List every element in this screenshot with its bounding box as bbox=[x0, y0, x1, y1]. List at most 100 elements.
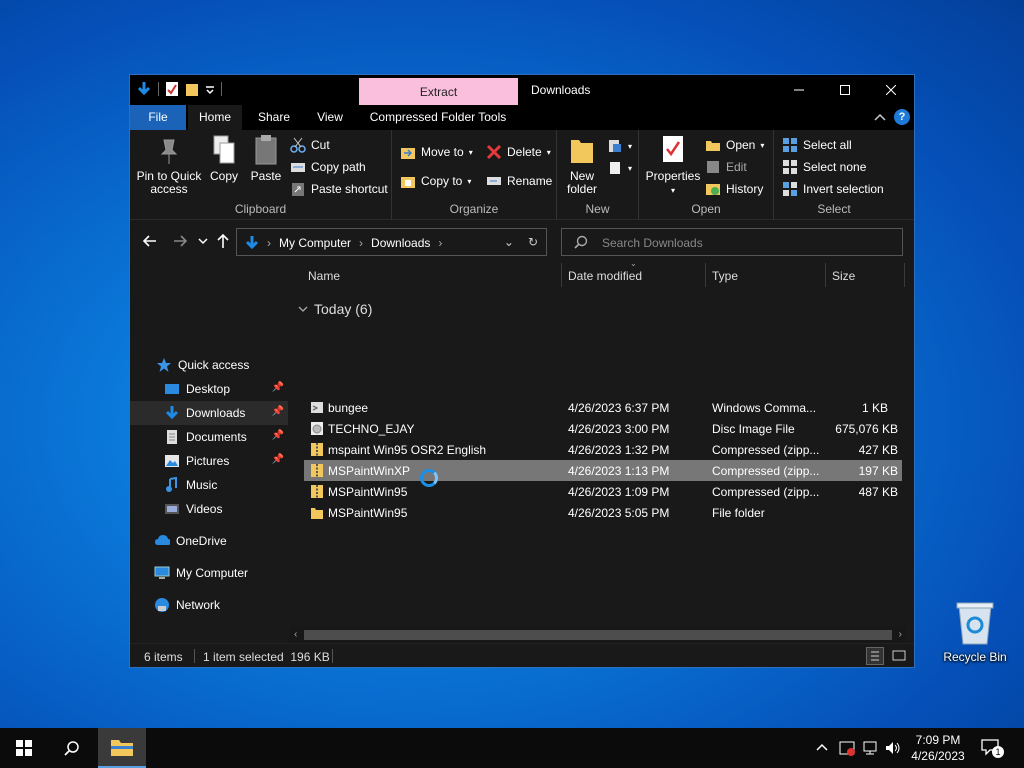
ribbon-tabs: File Home Share View Compressed Folder T… bbox=[130, 105, 914, 130]
security-alert-icon[interactable] bbox=[838, 739, 856, 757]
search-button[interactable] bbox=[48, 728, 96, 768]
scrollbar-thumb[interactable] bbox=[304, 630, 892, 640]
maximize-button[interactable] bbox=[822, 75, 868, 105]
new-folder-icon[interactable] bbox=[185, 81, 199, 97]
search-placeholder: Search Downloads bbox=[602, 236, 703, 250]
tab-compressed-folder-tools[interactable]: Compressed Folder Tools bbox=[364, 105, 512, 130]
nav-item-videos[interactable]: Videos bbox=[130, 497, 288, 521]
properties-button[interactable]: Properties ▾ bbox=[645, 134, 701, 197]
rename-button[interactable]: Rename bbox=[486, 173, 552, 189]
zip-folder-icon bbox=[311, 485, 323, 498]
nav-item-pictures[interactable]: Pictures 📌 bbox=[130, 449, 288, 473]
large-icons-view-button[interactable] bbox=[890, 647, 908, 665]
show-hidden-icons-icon[interactable] bbox=[816, 742, 828, 752]
table-row[interactable]: bungee 4/26/2023 6:37 PM Windows Comma..… bbox=[304, 397, 902, 418]
table-row[interactable]: MSPaintWin95 4/26/2023 1:09 PM Compresse… bbox=[304, 481, 902, 502]
file-date: 4/26/2023 3:00 PM bbox=[568, 422, 670, 436]
nav-item-desktop[interactable]: Desktop 📌 bbox=[130, 377, 288, 401]
pin-to-quick-access-button[interactable]: Pin to Quick access bbox=[136, 134, 202, 196]
tab-view[interactable]: View bbox=[306, 105, 354, 130]
forward-arrow-icon[interactable] bbox=[172, 233, 188, 249]
new-item-button[interactable]: ▾ bbox=[607, 138, 632, 154]
table-row[interactable]: TECHNO_EJAY 4/26/2023 3:00 PM Disc Image… bbox=[304, 418, 902, 439]
music-icon bbox=[166, 477, 177, 492]
breadcrumb-downloads[interactable]: Downloads bbox=[371, 236, 430, 250]
nav-item-downloads[interactable]: Downloads 📌 bbox=[130, 401, 288, 425]
copy-path-button[interactable]: Copy path bbox=[290, 159, 366, 175]
search-box[interactable]: Search Downloads bbox=[561, 228, 903, 256]
pin-icon[interactable]: 📌 bbox=[272, 406, 284, 417]
help-icon[interactable]: ? bbox=[894, 109, 910, 125]
customize-qat-icon[interactable] bbox=[205, 81, 215, 97]
address-dropdown-icon[interactable]: ⌄ bbox=[504, 235, 514, 249]
column-divider[interactable] bbox=[904, 263, 905, 287]
cut-button[interactable]: Cut bbox=[290, 137, 330, 153]
delete-button[interactable]: Delete ▾ bbox=[486, 144, 551, 160]
start-button[interactable] bbox=[0, 728, 48, 768]
nav-item-documents[interactable]: Documents 📌 bbox=[130, 425, 288, 449]
open-button[interactable]: Open ▾ bbox=[705, 137, 764, 153]
nav-item-network[interactable]: Network bbox=[130, 593, 288, 617]
column-type[interactable]: Type bbox=[712, 269, 738, 283]
sort-indicator-icon: ⌄ bbox=[630, 259, 637, 268]
select-none-button[interactable]: Select none bbox=[782, 159, 866, 175]
clock[interactable]: 7:09 PM 4/26/2023 bbox=[908, 732, 968, 764]
breadcrumb-separator-icon[interactable]: › bbox=[359, 236, 363, 250]
network-status-icon[interactable] bbox=[862, 739, 880, 757]
easy-access-button[interactable]: ▾ bbox=[607, 160, 632, 176]
nav-item-my-computer[interactable]: My Computer bbox=[130, 561, 288, 585]
column-name[interactable]: Name bbox=[308, 269, 340, 283]
tab-file[interactable]: File bbox=[130, 105, 186, 130]
history-button[interactable]: History bbox=[705, 181, 763, 197]
move-to-button[interactable]: Move to ▾ bbox=[400, 144, 473, 160]
copy-button[interactable]: Copy bbox=[206, 134, 242, 183]
tab-home[interactable]: Home bbox=[188, 105, 242, 130]
invert-selection-button[interactable]: Invert selection bbox=[782, 181, 884, 197]
details-view-button[interactable] bbox=[866, 647, 884, 665]
scroll-left-icon[interactable]: ‹ bbox=[294, 627, 297, 643]
refresh-icon[interactable]: ↻ bbox=[528, 235, 538, 249]
extract-context-tab[interactable]: Extract bbox=[359, 78, 518, 105]
action-center-button[interactable]: 1 bbox=[980, 738, 1004, 760]
column-divider[interactable] bbox=[705, 263, 706, 287]
copy-icon bbox=[213, 135, 235, 164]
breadcrumb-separator-icon[interactable]: › bbox=[267, 236, 271, 250]
edit-button[interactable]: Edit bbox=[705, 159, 747, 175]
file-explorer-taskbar-button[interactable] bbox=[98, 728, 146, 768]
select-all-button[interactable]: Select all bbox=[782, 137, 852, 153]
recent-locations-chevron-icon[interactable] bbox=[198, 233, 208, 249]
column-size[interactable]: Size bbox=[832, 269, 855, 283]
volume-icon[interactable] bbox=[884, 739, 902, 757]
collapse-ribbon-icon[interactable] bbox=[874, 112, 886, 122]
address-bar[interactable]: › My Computer › Downloads › ⌄ ↻ bbox=[236, 228, 547, 256]
table-row[interactable]: mspaint Win95 OSR2 English 4/26/2023 1:3… bbox=[304, 439, 902, 460]
minimize-button[interactable] bbox=[776, 75, 822, 105]
table-row[interactable]: MSPaintWin95 4/26/2023 5:05 PM File fold… bbox=[304, 502, 902, 523]
pin-icon[interactable]: 📌 bbox=[272, 382, 284, 393]
column-date-modified[interactable]: Date modified bbox=[568, 269, 642, 283]
pin-icon[interactable]: 📌 bbox=[272, 430, 284, 441]
nav-item-music[interactable]: Music bbox=[130, 473, 288, 497]
new-folder-button[interactable]: New folder bbox=[563, 134, 601, 196]
copy-to-button[interactable]: Copy to ▾ bbox=[400, 173, 471, 189]
pin-icon[interactable]: 📌 bbox=[272, 454, 284, 465]
nav-item-onedrive[interactable]: OneDrive bbox=[130, 529, 288, 553]
paste-button[interactable]: Paste bbox=[248, 134, 284, 183]
table-row-selected[interactable]: MSPaintWinXP 4/26/2023 1:13 PM Compresse… bbox=[304, 460, 902, 481]
group-header-today[interactable]: Today (6) bbox=[298, 301, 372, 317]
breadcrumb-separator-icon[interactable]: › bbox=[438, 236, 442, 250]
column-divider[interactable] bbox=[825, 263, 826, 287]
back-arrow-icon[interactable] bbox=[142, 233, 158, 249]
scroll-right-icon[interactable]: › bbox=[899, 627, 902, 643]
file-size: 487 KB bbox=[858, 485, 898, 499]
recycle-bin-shortcut[interactable]: Recycle Bin bbox=[940, 600, 1010, 664]
tab-share[interactable]: Share bbox=[252, 105, 296, 130]
nav-item-quick-access[interactable]: Quick access bbox=[130, 353, 288, 377]
paste-shortcut-button[interactable]: Paste shortcut bbox=[290, 181, 388, 197]
column-divider[interactable] bbox=[561, 263, 562, 287]
horizontal-scrollbar[interactable]: ‹ › bbox=[290, 627, 906, 643]
properties-icon[interactable] bbox=[165, 81, 179, 97]
close-button[interactable] bbox=[868, 75, 914, 105]
up-arrow-icon[interactable] bbox=[216, 233, 230, 249]
breadcrumb-my-computer[interactable]: My Computer bbox=[279, 236, 351, 250]
